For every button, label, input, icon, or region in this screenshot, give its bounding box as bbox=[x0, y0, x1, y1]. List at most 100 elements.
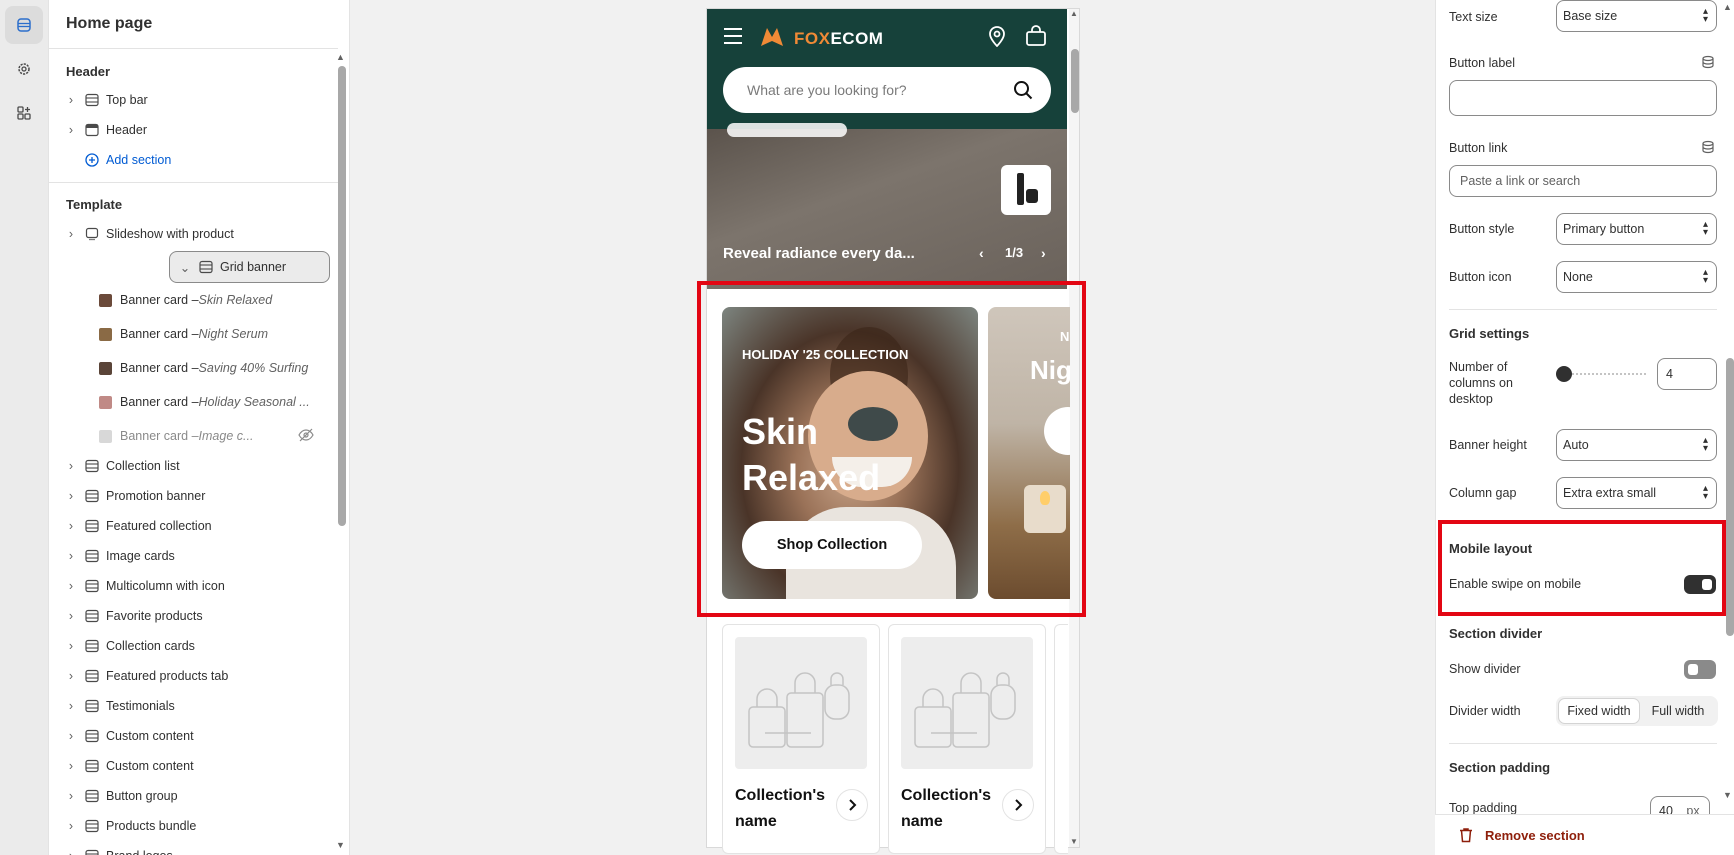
chevron-right-icon[interactable]: › bbox=[64, 819, 78, 833]
dynamic-source-icon[interactable] bbox=[1701, 55, 1715, 72]
search-icon[interactable] bbox=[1013, 80, 1033, 103]
collection-name: Collection's name bbox=[901, 787, 992, 830]
sidebar-item-section[interactable]: › Products bundle bbox=[62, 812, 322, 840]
sidebar-item-section[interactable]: › Brand logos bbox=[62, 842, 322, 855]
sidebar-item-section[interactable]: › Favorite products bbox=[62, 602, 322, 630]
columns-slider[interactable] bbox=[1556, 366, 1646, 382]
sidebar-item-label: Brand logos bbox=[106, 849, 173, 855]
chevron-right-icon[interactable]: › bbox=[64, 759, 78, 773]
column-gap-select[interactable]: Extra extra small ▴ ▾ bbox=[1556, 477, 1717, 509]
location-pin-icon[interactable] bbox=[988, 25, 1006, 50]
menu-icon[interactable] bbox=[723, 27, 743, 48]
sidebar-item-section[interactable]: › Custom content bbox=[62, 752, 322, 780]
button-icon-select[interactable]: None ▴ ▾ bbox=[1556, 261, 1717, 293]
chevron-right-icon[interactable]: › bbox=[64, 699, 78, 713]
chevron-down-icon[interactable]: ⌄ bbox=[178, 260, 192, 275]
chevron-right-icon[interactable]: › bbox=[64, 609, 78, 623]
sidebar-item-section[interactable]: › Custom content bbox=[62, 722, 322, 750]
arrow-right-icon[interactable] bbox=[836, 789, 868, 821]
chevron-right-icon[interactable]: › bbox=[64, 669, 78, 683]
sidebar-item-section[interactable]: › Multicolumn with icon bbox=[62, 572, 322, 600]
button-label-input[interactable] bbox=[1449, 80, 1717, 116]
sidebar-item-section[interactable]: › Collection list bbox=[62, 452, 322, 480]
scroll-down-arrow[interactable]: ▼ bbox=[336, 840, 345, 850]
sidebar-item-slideshow[interactable]: › Slideshow with product bbox=[62, 220, 322, 248]
remove-section-button[interactable]: Remove section bbox=[1485, 828, 1585, 843]
sections-icon[interactable] bbox=[5, 6, 43, 44]
add-section-link[interactable]: Add section bbox=[62, 146, 322, 174]
chevron-right-icon[interactable]: › bbox=[64, 549, 78, 563]
show-divider-toggle[interactable] bbox=[1684, 660, 1716, 679]
image-icon bbox=[84, 548, 100, 564]
chevron-right-icon[interactable]: › bbox=[1041, 245, 1046, 261]
sections-sidebar: Home page Header › Top bar › Header Add … bbox=[49, 0, 350, 855]
chevron-right-icon[interactable]: › bbox=[64, 459, 78, 473]
sidebar-item-section[interactable]: › Promotion banner bbox=[62, 482, 322, 510]
cart-bag-icon[interactable] bbox=[1025, 25, 1047, 50]
chevron-right-icon[interactable]: › bbox=[64, 579, 78, 593]
fixed-width-option[interactable]: Fixed width bbox=[1558, 698, 1640, 724]
chevron-right-icon[interactable]: › bbox=[64, 489, 78, 503]
slider-handle[interactable] bbox=[1556, 366, 1572, 382]
eye-hidden-icon[interactable] bbox=[298, 428, 314, 445]
button-style-select[interactable]: Primary button ▴ ▾ bbox=[1556, 213, 1717, 245]
chevron-right-icon[interactable]: › bbox=[64, 123, 78, 137]
sidebar-item-top-bar[interactable]: › Top bar bbox=[62, 86, 322, 114]
chevron-right-icon[interactable]: › bbox=[64, 519, 78, 533]
button-label-label: Button label bbox=[1449, 56, 1516, 70]
sidebar-item-grid-banner[interactable]: ⌄ Grid banner bbox=[169, 251, 330, 283]
chevron-right-icon[interactable]: › bbox=[64, 93, 78, 107]
store-logo[interactable]: FOXECOM bbox=[794, 29, 883, 49]
banner-card-item[interactable]: Banner card – Holiday Seasonal ... bbox=[99, 388, 339, 416]
chevron-left-icon[interactable]: ‹ bbox=[979, 245, 984, 261]
arrow-right-icon[interactable] bbox=[1002, 789, 1034, 821]
sidebar-item-section[interactable]: › Featured products tab bbox=[62, 662, 322, 690]
remove-section-bar: Remove section bbox=[1435, 814, 1734, 855]
trash-icon[interactable] bbox=[1459, 827, 1473, 846]
product-thumbnail[interactable] bbox=[1001, 165, 1051, 215]
text-size-select[interactable]: Base size ▴ ▾ bbox=[1556, 0, 1717, 32]
chevron-right-icon[interactable]: › bbox=[64, 729, 78, 743]
select-arrows-icon: ▴ ▾ bbox=[1702, 483, 1708, 502]
banner-card-item[interactable]: Banner card – Saving 40% Surfing bbox=[99, 354, 339, 382]
sidebar-scrollbar[interactable] bbox=[338, 66, 346, 526]
sidebar-item-label: Featured collection bbox=[106, 519, 212, 533]
chevron-right-icon[interactable]: › bbox=[64, 227, 78, 241]
apps-icon[interactable] bbox=[5, 94, 43, 132]
sidebar-item-label: Header bbox=[106, 123, 147, 137]
collection-card[interactable]: Collection's name bbox=[722, 624, 880, 854]
sidebar-item-section[interactable]: › Button group bbox=[62, 782, 322, 810]
store-search-input[interactable]: What are you looking for? bbox=[723, 67, 1051, 113]
collection-name: Collection's name bbox=[735, 787, 826, 830]
sidebar-item-section[interactable]: › Collection cards bbox=[62, 632, 322, 660]
chevron-right-icon[interactable]: › bbox=[64, 639, 78, 653]
banner-height-select[interactable]: Auto ▴ ▾ bbox=[1556, 429, 1717, 461]
banner-card-item[interactable]: Banner card – Night Serum bbox=[99, 320, 339, 348]
scroll-down-arrow[interactable]: ▼ bbox=[1723, 790, 1732, 800]
sidebar-item-section[interactable]: › Featured collection bbox=[62, 512, 322, 540]
banner-card-item[interactable]: Banner card – Skin Relaxed bbox=[99, 286, 339, 314]
sidebar-item-section[interactable]: › Image cards bbox=[62, 542, 322, 570]
full-width-option[interactable]: Full width bbox=[1640, 698, 1716, 724]
select-arrows-icon: ▴ ▾ bbox=[1702, 435, 1708, 454]
divider bbox=[1449, 309, 1717, 310]
chevron-right-icon[interactable]: › bbox=[64, 849, 78, 855]
sidebar-item-label: Button group bbox=[106, 789, 178, 803]
scroll-up-arrow[interactable]: ▲ bbox=[1723, 2, 1732, 12]
panel-scrollbar[interactable] bbox=[1726, 358, 1734, 636]
sidebar-item-section[interactable]: › Testimonials bbox=[62, 692, 322, 720]
sidebar-item-header[interactable]: › Header bbox=[62, 116, 322, 144]
button-icon-label: Button icon bbox=[1449, 270, 1512, 284]
collection-card-partial[interactable] bbox=[1054, 624, 1068, 854]
collection-card[interactable]: Collection's name bbox=[888, 624, 1046, 854]
preview-scroll-thumb[interactable] bbox=[1071, 49, 1079, 113]
divider-width-segmented: Fixed width Full width bbox=[1556, 696, 1718, 726]
chevron-right-icon[interactable]: › bbox=[64, 789, 78, 803]
settings-gear-icon[interactable] bbox=[5, 50, 43, 88]
columns-number-input[interactable]: 4 bbox=[1657, 358, 1717, 390]
scroll-up-arrow[interactable]: ▲ bbox=[336, 52, 345, 62]
button-link-input[interactable]: Paste a link or search bbox=[1449, 165, 1717, 197]
slide-caption[interactable]: Reveal radiance every da... bbox=[723, 245, 915, 262]
slide-button-partial[interactable] bbox=[727, 123, 847, 137]
dynamic-source-icon[interactable] bbox=[1701, 140, 1715, 157]
